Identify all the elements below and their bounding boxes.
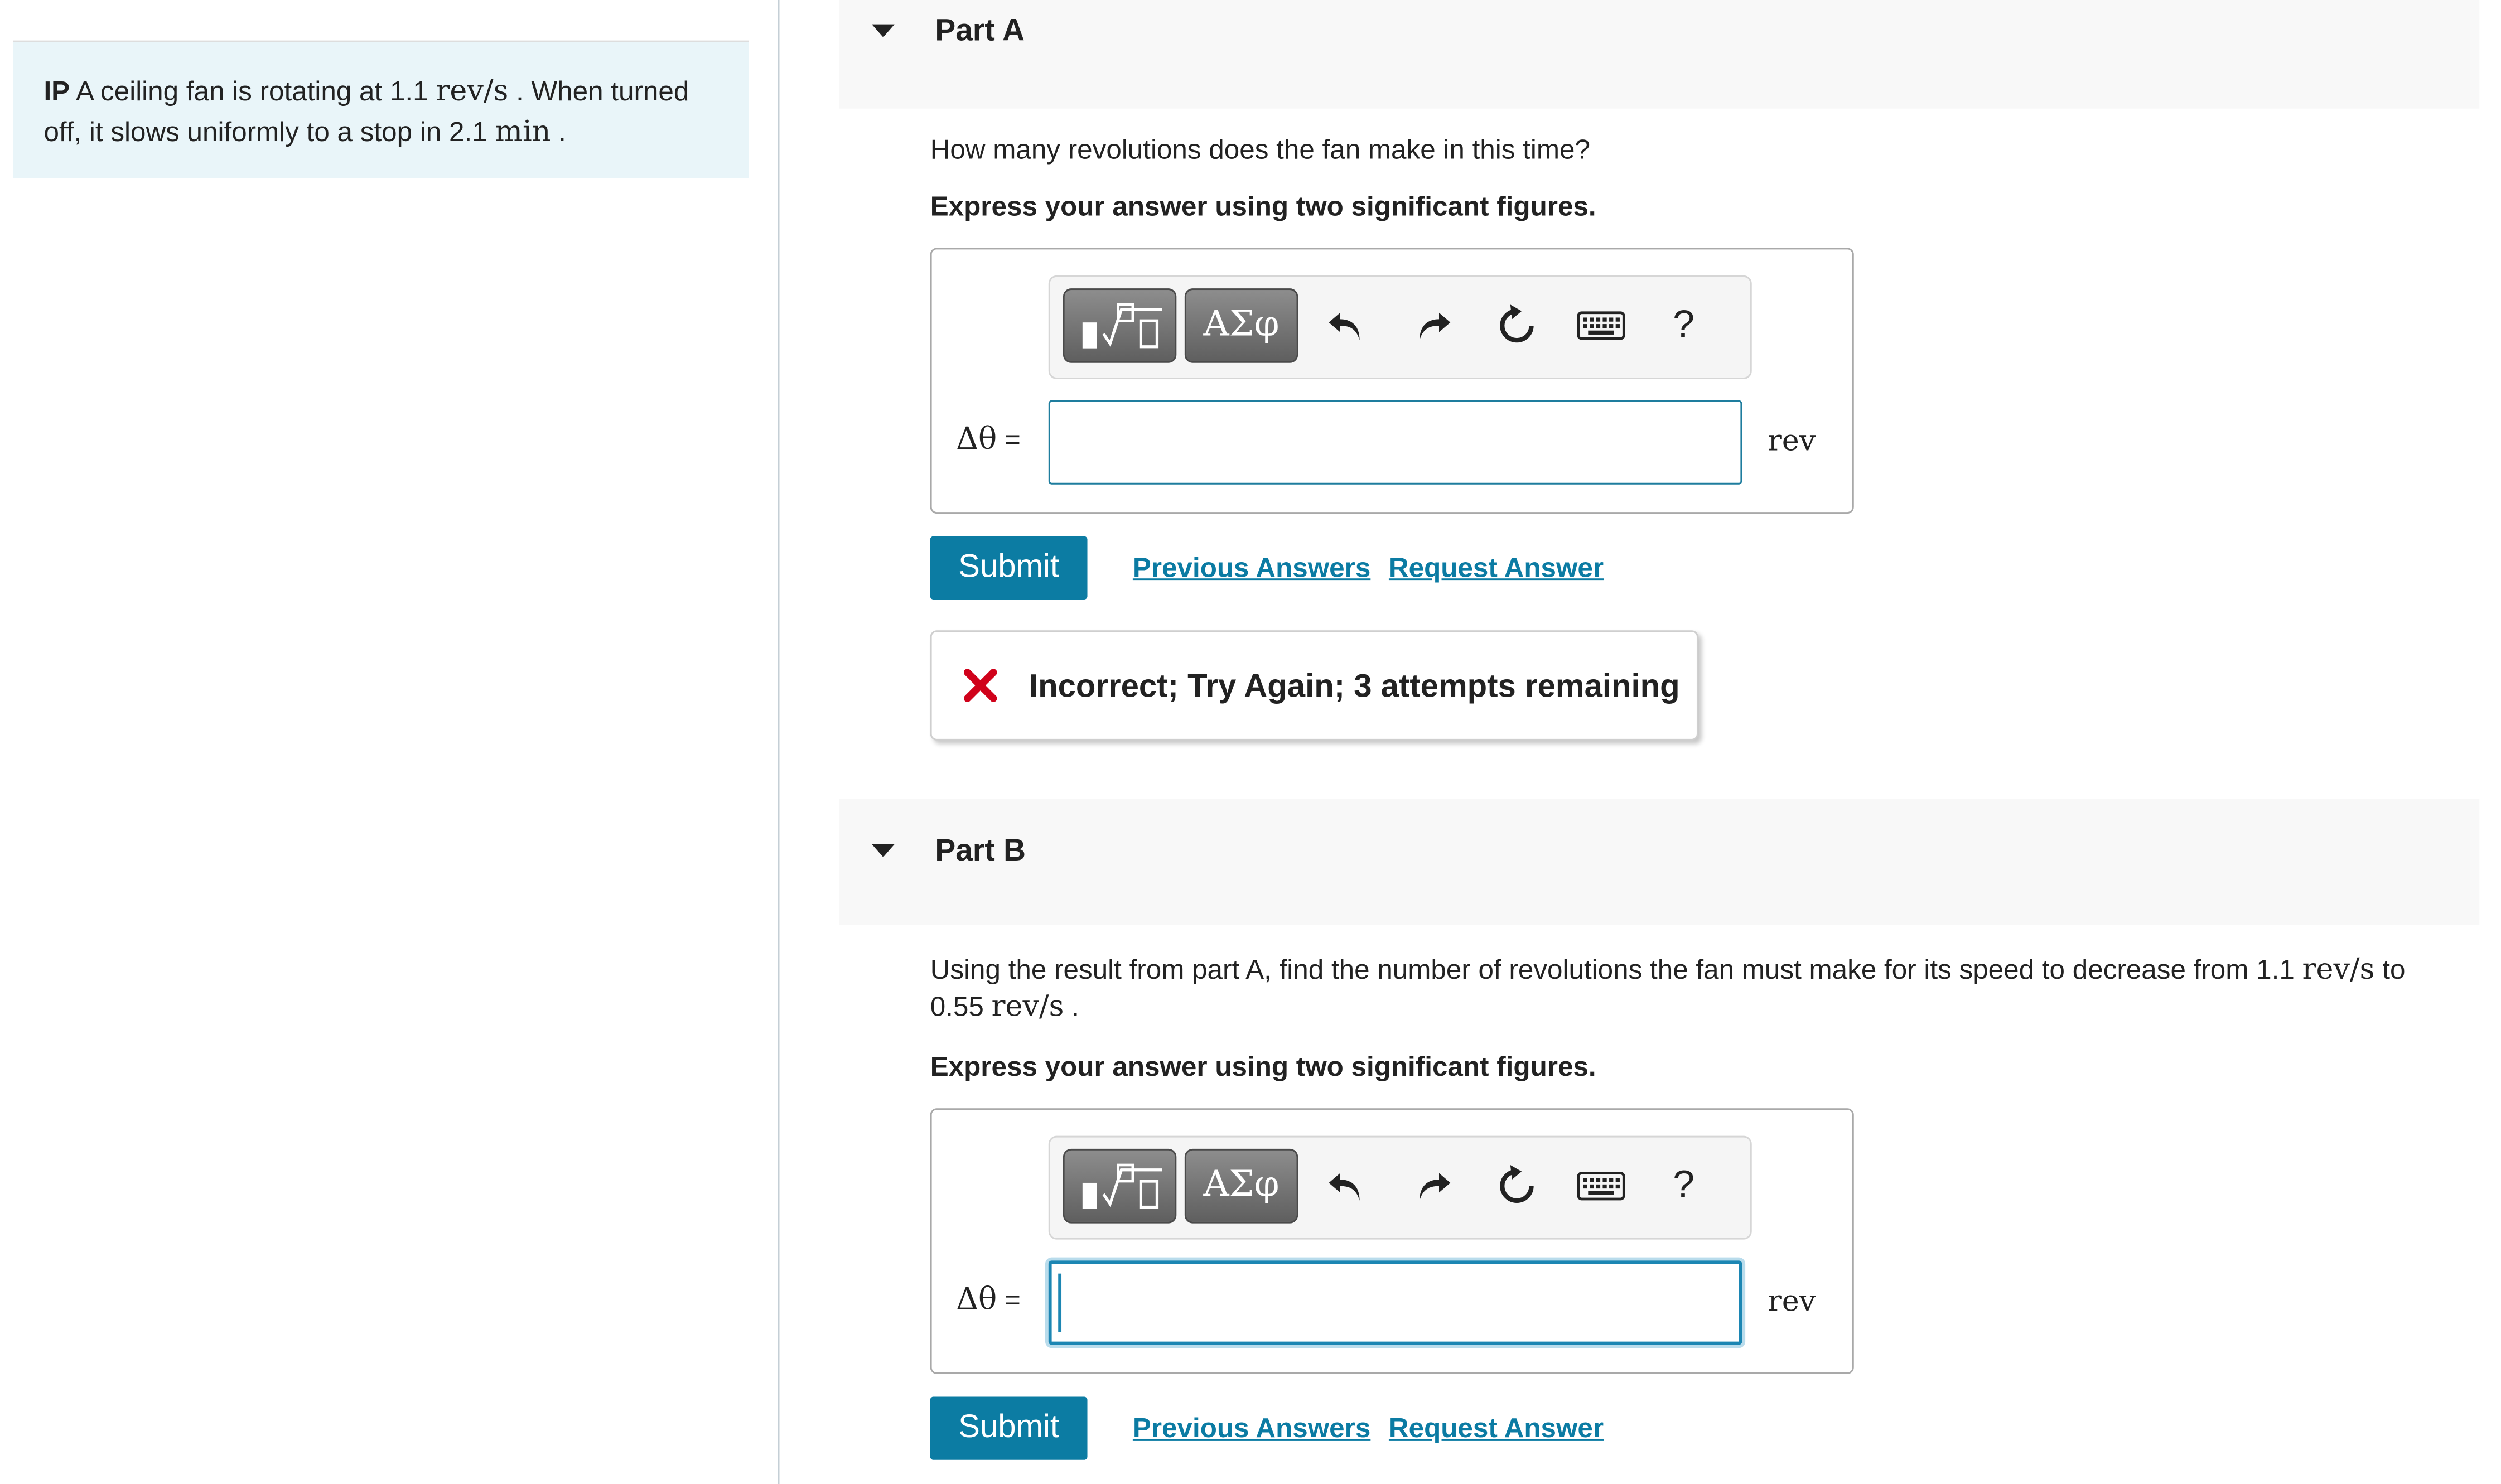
problem-statement: IP A ceiling fan is rotating at 1.1 rev/… <box>13 42 749 178</box>
reset-button[interactable] <box>1481 290 1553 361</box>
part-a-math-toolbar: ΑΣφ ? <box>1048 275 1752 379</box>
part-a-variable-label: Δθ = <box>956 421 1021 457</box>
redo-icon <box>1420 1173 1451 1201</box>
part-b-question-unit-2: rev/s <box>991 990 1064 1024</box>
greek-symbols-button[interactable]: ΑΣφ <box>1184 288 1298 363</box>
part-a-unit: rev <box>1768 424 1816 459</box>
part-a-answer-box: ΑΣφ ? Δθ = rev <box>930 248 1854 514</box>
undo-icon <box>1329 312 1360 341</box>
part-a-header[interactable]: Part A <box>839 0 2480 109</box>
reset-icon <box>1500 1164 1534 1203</box>
undo-button[interactable] <box>1311 1151 1382 1222</box>
keyboard-icon <box>1577 311 1625 340</box>
part-b-answer-box: ΑΣφ ? Δθ = rev <box>930 1108 1854 1374</box>
problem-text-3: . <box>551 117 566 148</box>
keyboard-button[interactable] <box>1566 290 1637 361</box>
reset-button[interactable] <box>1481 1151 1553 1222</box>
part-b-previous-answers-link[interactable]: Previous Answers <box>1133 1413 1370 1446</box>
collapse-caret-icon[interactable] <box>872 24 895 37</box>
part-b-question: Using the result from part A, find the n… <box>930 951 2421 1026</box>
templates-button[interactable] <box>1063 288 1177 363</box>
part-b-variable-label: Δθ = <box>956 1282 1021 1317</box>
part-a-title: Part A <box>935 14 1025 49</box>
keyboard-button[interactable] <box>1566 1151 1637 1222</box>
undo-button[interactable] <box>1311 290 1382 361</box>
part-a-feedback: Incorrect; Try Again; 3 attempts remaini… <box>930 630 1698 741</box>
part-a-equals: = <box>997 424 1021 456</box>
part-b-unit: rev <box>1768 1284 1816 1319</box>
problem-prefix: IP <box>44 76 70 107</box>
part-a-variable: Δθ <box>956 421 997 457</box>
redo-button[interactable] <box>1397 1151 1468 1222</box>
templates-button[interactable] <box>1063 1148 1177 1224</box>
redo-icon <box>1420 312 1451 341</box>
part-b-equals: = <box>997 1284 1021 1316</box>
problem-text-1: A ceiling fan is rotating at 1.1 <box>70 76 436 107</box>
part-b-request-answer-link[interactable]: Request Answer <box>1389 1413 1604 1446</box>
part-b-question-unit-1: rev/s <box>2302 953 2375 987</box>
greek-symbols-button[interactable]: ΑΣφ <box>1184 1148 1298 1224</box>
part-a-previous-answers-link[interactable]: Previous Answers <box>1133 553 1370 585</box>
part-b-math-toolbar: ΑΣφ ? <box>1048 1135 1752 1240</box>
help-button[interactable]: ? <box>1648 1151 1720 1222</box>
undo-icon <box>1329 1173 1360 1201</box>
templates-icon <box>1082 1163 1162 1209</box>
part-b-question-text-3: . <box>1064 992 1079 1023</box>
reset-icon <box>1500 304 1534 343</box>
page: IP A ceiling fan is rotating at 1.1 rev/… <box>0 0 2500 1484</box>
part-b-submit-button[interactable]: Submit <box>930 1396 1088 1460</box>
part-a-instruction: Express your answer using two significan… <box>930 191 1596 223</box>
incorrect-x-icon <box>963 669 997 702</box>
problem-unit-rev-s: rev/s <box>436 74 509 109</box>
part-a-submit-button[interactable]: Submit <box>930 536 1088 600</box>
problem-unit-min: min <box>495 115 551 149</box>
collapse-caret-icon[interactable] <box>872 844 895 857</box>
part-a-question: How many revolutions does the fan make i… <box>930 134 1590 166</box>
part-a-answer-input[interactable] <box>1048 400 1742 485</box>
text-cursor <box>1058 1273 1061 1332</box>
help-button[interactable]: ? <box>1648 290 1720 361</box>
redo-button[interactable] <box>1397 290 1468 361</box>
part-b-header[interactable]: Part B <box>839 799 2480 925</box>
part-a-request-answer-link[interactable]: Request Answer <box>1389 553 1604 585</box>
part-b-question-text-1: Using the result from part A, find the n… <box>930 954 2302 985</box>
part-b-instruction: Express your answer using two significan… <box>930 1051 1596 1082</box>
part-b-title: Part B <box>935 834 1026 869</box>
column-divider <box>778 0 780 1484</box>
keyboard-icon <box>1577 1172 1625 1201</box>
part-a-feedback-text: Incorrect; Try Again; 3 attempts remaini… <box>1029 669 1680 705</box>
templates-icon <box>1082 303 1162 349</box>
part-b-variable: Δθ <box>956 1282 997 1318</box>
part-b-answer-input[interactable] <box>1048 1260 1742 1345</box>
